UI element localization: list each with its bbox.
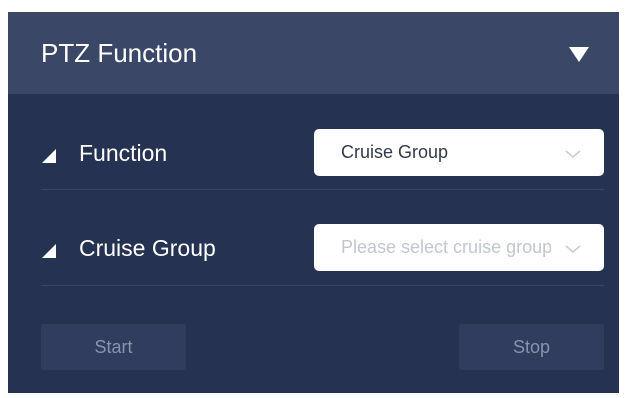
function-select[interactable]: Cruise Group bbox=[314, 129, 604, 176]
cruise-group-label-group: Cruise Group bbox=[41, 224, 216, 272]
panel-title: PTZ Function bbox=[41, 38, 198, 68]
start-button[interactable]: Start bbox=[41, 324, 186, 370]
function-row: Function Cruise Group bbox=[41, 129, 604, 177]
stop-button[interactable]: Stop bbox=[459, 324, 604, 370]
cruise-group-select-placeholder: Please select cruise group bbox=[341, 237, 551, 257]
expand-triangle-icon bbox=[41, 148, 57, 164]
row-divider bbox=[41, 189, 604, 190]
cruise-group-select[interactable]: Please select cruise group bbox=[314, 224, 604, 271]
panel-header[interactable]: PTZ Function bbox=[8, 12, 619, 94]
function-select-value: Cruise Group bbox=[341, 142, 449, 162]
caret-down-icon[interactable] bbox=[564, 40, 594, 68]
ptz-function-panel: PTZ Function Function Cruise Group Cruis… bbox=[8, 12, 619, 393]
function-label: Function bbox=[79, 139, 168, 166]
cruise-group-row: Cruise Group Please select cruise group bbox=[41, 224, 604, 272]
chevron-down-icon bbox=[564, 242, 582, 254]
chevron-down-icon bbox=[564, 147, 582, 159]
cruise-group-label: Cruise Group bbox=[79, 234, 216, 261]
row-divider bbox=[41, 285, 604, 286]
function-label-group: Function bbox=[41, 129, 167, 177]
expand-triangle-icon bbox=[41, 243, 57, 259]
